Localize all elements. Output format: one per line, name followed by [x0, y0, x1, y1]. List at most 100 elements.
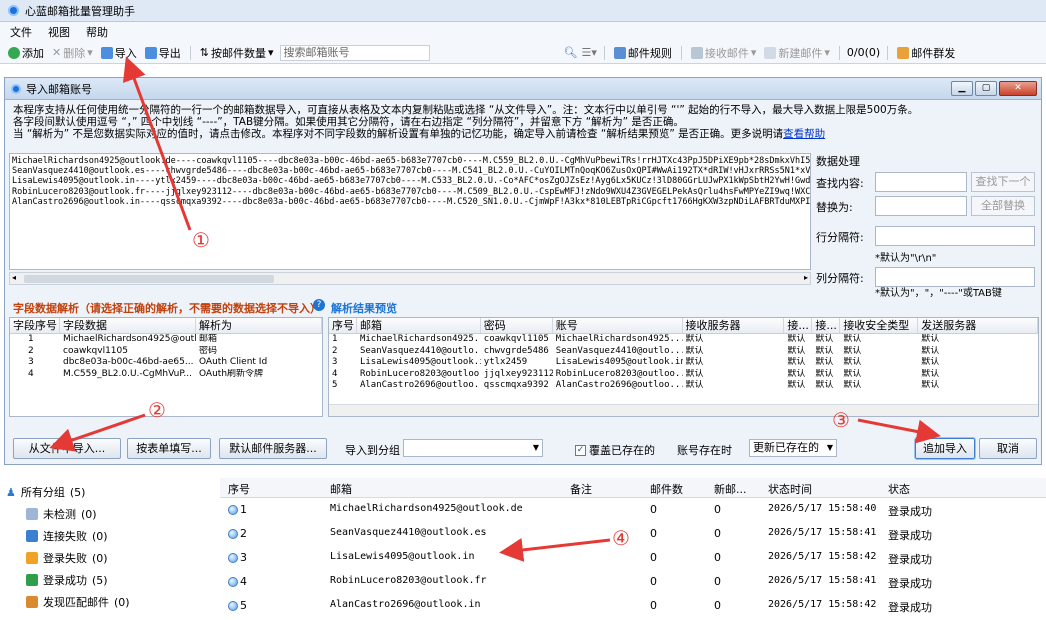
append-import-button[interactable]: 追加导入: [914, 437, 976, 460]
annotation-3: ③: [832, 408, 850, 432]
new-mail-button[interactable]: 新建邮件 ▾: [762, 45, 832, 61]
group-item[interactable]: 登录失败 (0): [26, 550, 108, 566]
cancel-button[interactable]: 取消: [979, 438, 1037, 459]
column-separator-note: *默认为"，"，"----"或TAB键: [875, 288, 1002, 299]
preview-table-row: 1 MichaelRichardson4925... coawkqvl1105 Mic…: [332, 334, 940, 344]
menu-view[interactable]: 视图: [48, 24, 70, 40]
raw-data-textarea[interactable]: MichaelRichardson4925@outlook.de----coaw…: [9, 153, 811, 270]
new-mail-icon: [764, 46, 777, 59]
import-from-file-button[interactable]: 从文件中导入...: [13, 438, 121, 459]
mass-send-button[interactable]: 邮件群发: [895, 45, 957, 61]
group-select[interactable]: ▼: [403, 439, 543, 457]
default-server-button[interactable]: 默认邮件服务器...: [219, 438, 327, 459]
rules-button[interactable]: 邮件规则: [612, 45, 674, 61]
row-separator-note: *默认为"\r\n": [875, 253, 937, 264]
account-row[interactable]: 1 MichaelRichardson4925@outlook.de 0 0 2026/…: [220, 500, 1046, 520]
overwrite-checkbox[interactable]: ✓ 覆盖已存在的: [575, 442, 655, 458]
account-row[interactable]: 2 SeanVasquez4410@outlook.es 0 0 2026/5/17 1…: [220, 524, 1046, 544]
help-link[interactable]: 查看帮助: [783, 128, 825, 140]
maximize-button[interactable]: ▢: [975, 81, 997, 96]
delete-button[interactable]: ✕ 删除 ▾: [50, 45, 95, 61]
receive-button[interactable]: 接收邮件 ▾: [689, 45, 759, 61]
dialog-titlebar: 导入邮箱账号 ▁ ▢ ✕: [5, 78, 1041, 100]
group-item[interactable]: 发现匹配邮件 (0): [26, 594, 130, 610]
replace-all-button[interactable]: 全部替换: [971, 196, 1035, 216]
account-row[interactable]: 4 RobinLucero8203@outlook.fr 0 0 2026/5/17 1…: [220, 572, 1046, 592]
user-icon: ♟: [6, 485, 16, 499]
app-titlebar: 心蓝邮箱批量管理助手: [0, 0, 1046, 22]
search-icon[interactable]: 🔍︎: [564, 46, 578, 59]
preview-table-row: 3 LisaLewis4095@outlook.in ytlx2459 LisaLew…: [332, 357, 940, 367]
mail-counter: 0/0(0): [846, 46, 881, 59]
field-table-row[interactable]: 2 coawkqvl1105 密码: [10, 346, 322, 358]
close-button[interactable]: ✕: [999, 81, 1037, 96]
minimize-button[interactable]: ▁: [951, 81, 973, 96]
annotation-4: ④: [612, 526, 630, 550]
field-table: 字段序号 字段数据 解析为 1 MichaelRichardson4925@out…: [9, 317, 323, 417]
field-table-row[interactable]: 3 dbc8e03a-b00c-46bd-ae65... OAuth Client …: [10, 357, 322, 369]
status-dot-icon: [228, 577, 238, 587]
export-button[interactable]: 导出: [143, 45, 183, 61]
app-logo-icon: [8, 5, 19, 16]
x-icon: ✕: [52, 46, 62, 59]
status-dot-icon: [228, 553, 238, 563]
replace-input[interactable]: [875, 196, 967, 216]
monitor-icon: [26, 508, 38, 520]
status-dot-icon: [228, 505, 238, 515]
warning-icon: [26, 552, 38, 564]
row-separator-label: 行分隔符:: [816, 231, 864, 244]
import-button[interactable]: 导入: [99, 45, 139, 61]
group-label: 导入到分组: [345, 444, 400, 457]
success-icon: [26, 574, 38, 586]
account-list-header: 序号 邮箱 备注 邮件数 新邮... 状态时间 状态: [220, 478, 1046, 498]
exists-select[interactable]: 更新已存在的 ▼: [749, 439, 837, 457]
import-instructions: 本程序支持从任何使用统一分隔符的一行一个的邮箱数据导入，可直接从表格及文本内复制…: [13, 104, 919, 140]
find-input[interactable]: [875, 172, 967, 192]
status-dot-icon: [228, 601, 238, 611]
filter-icon[interactable]: ☰▾: [581, 46, 596, 59]
group-root[interactable]: ♟ 所有分组 (5): [6, 484, 85, 500]
dialog-title: 导入邮箱账号: [26, 82, 92, 96]
column-separator-label: 列分隔符:: [816, 272, 864, 285]
account-row[interactable]: 3 LisaLewis4095@outlook.in 0 0 2026/5/17 15:…: [220, 548, 1046, 568]
add-button[interactable]: 添加: [6, 45, 46, 61]
account-list: 序号 邮箱 备注 邮件数 新邮... 状态时间 状态 1 MichaelRicha…: [220, 478, 1046, 620]
toolbar-divider: [189, 45, 191, 60]
field-table-row[interactable]: 1 MichaelRichardson4925@outl... 邮箱: [10, 334, 322, 346]
raw-data-scrollbar[interactable]: ◂ ▸: [9, 272, 811, 285]
help-icon[interactable]: ?: [313, 299, 325, 311]
group-tree: ♟ 所有分组 (5) 未检测 (0) 连接失败 (0) 登录失败 (0) 登录成功 (5) 发现…: [0, 478, 215, 620]
dialog-logo-icon: [11, 83, 21, 94]
plus-icon: [8, 46, 20, 59]
preview-table-header: 序号 邮箱 密码 账号 接收服务器 接... 接... 接收安全类型 发送服务器: [329, 318, 1038, 334]
preview-table: 序号 邮箱 密码 账号 接收服务器 接... 接... 接收安全类型 发送服务器…: [328, 317, 1039, 417]
toolbar: 添加 ✕ 删除 ▾ 导入 导出 ⇅ 按邮件数量 ▾ 搜索邮箱账号 🔍︎ ☰▾ 邮件规则 …: [0, 42, 1046, 64]
mass-send-icon: [897, 46, 910, 59]
preview-scrollbar[interactable]: [329, 404, 1038, 416]
sort-dropdown[interactable]: ⇅ 按邮件数量 ▾: [198, 45, 276, 61]
account-row[interactable]: 5 AlanCastro2696@outlook.in 0 0 2026/5/17 15…: [220, 596, 1046, 616]
search-input[interactable]: 搜索邮箱账号: [279, 44, 430, 61]
menubar: 文件 视图 帮助: [0, 22, 1046, 42]
annotation-1: ①: [192, 228, 210, 252]
receive-icon: [690, 46, 703, 59]
find-next-button[interactable]: 查找下一个: [971, 172, 1035, 192]
field-table-header: 字段序号 字段数据 解析为: [10, 318, 322, 334]
form-fill-button[interactable]: 按表单填写...: [127, 438, 211, 459]
replace-label: 替换为:: [816, 201, 853, 214]
link-icon: [26, 530, 38, 542]
preview-table-row: 2 SeanVasquez4410@outlo... chwvgrde5486 Sea…: [332, 345, 940, 356]
group-item[interactable]: 连接失败 (0): [26, 528, 108, 544]
exists-label: 账号存在时: [677, 444, 732, 457]
app-title: 心蓝邮箱批量管理助手: [25, 4, 135, 18]
menu-file[interactable]: 文件: [10, 24, 32, 40]
group-item[interactable]: 未检测 (0): [26, 506, 97, 522]
preview-table-row: 5 AlanCastro2696@outloo... qsscmqxa9392 Ala…: [332, 380, 940, 390]
group-item[interactable]: 登录成功 (5): [26, 572, 108, 588]
row-separator-input[interactable]: [875, 226, 1035, 246]
menu-help[interactable]: 帮助: [86, 24, 108, 40]
status-dot-icon: [228, 529, 238, 539]
find-label: 查找内容:: [816, 177, 864, 190]
field-table-row[interactable]: 4 M.C559_BL2.0.U.-CgMhVuP... OAuth刷新令牌: [10, 369, 322, 381]
import-icon: [100, 46, 113, 59]
